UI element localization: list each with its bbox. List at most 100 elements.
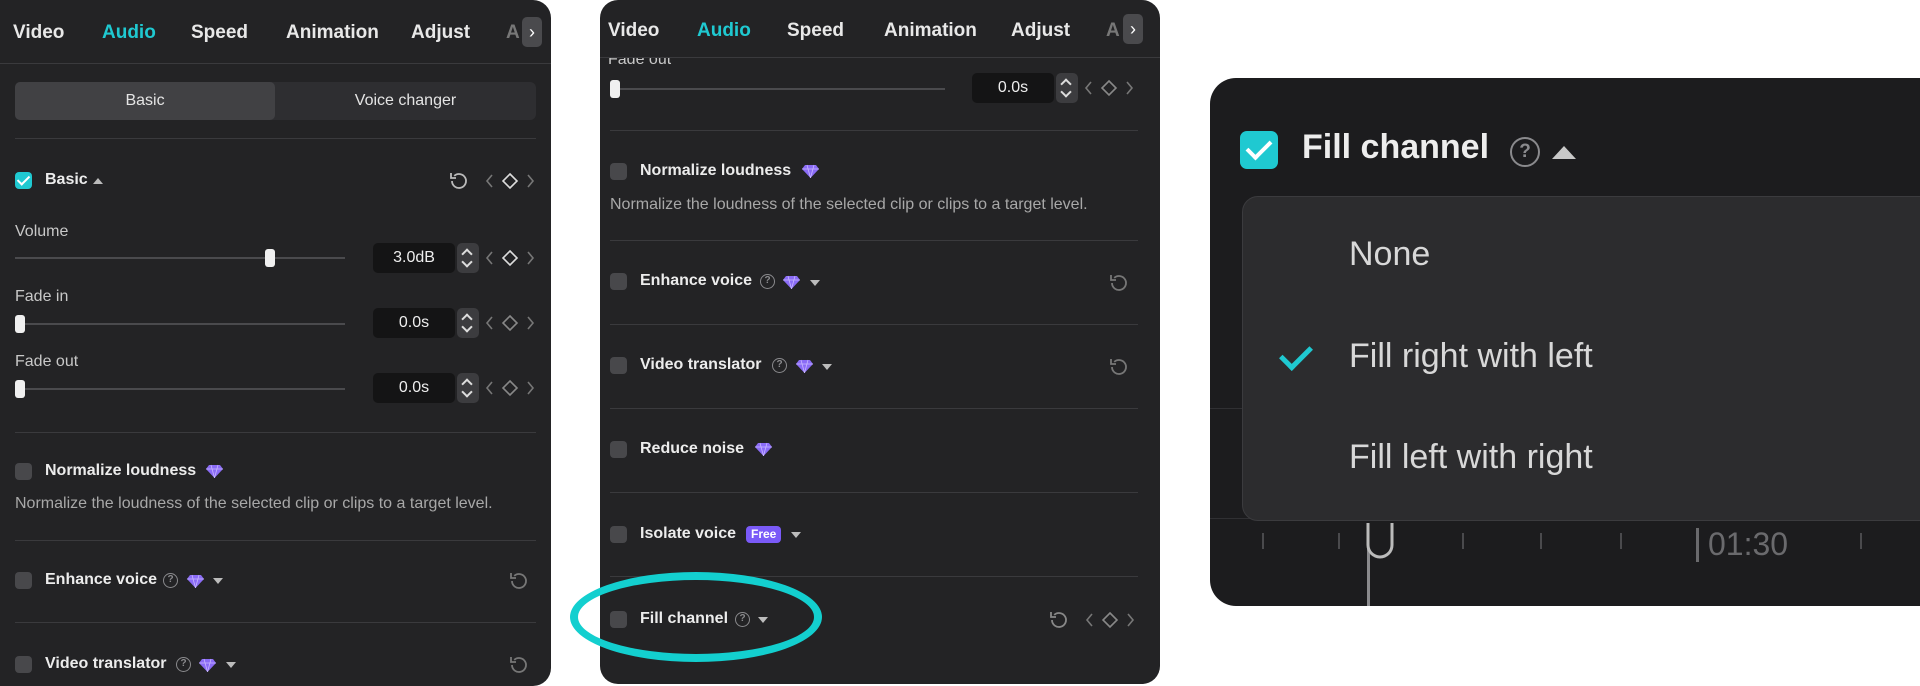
timeline-tick [1860,533,1862,549]
reduce-noise-checkbox[interactable] [610,441,627,458]
keyframe-nav-icon[interactable] [482,170,538,192]
video-translator-checkbox[interactable] [15,656,32,673]
timeline-tick [1338,533,1340,549]
fill-channel-zoom-panel: Fill channel ? None Fill right with left… [1210,78,1920,606]
segment-voice-changer[interactable]: Voice changer [275,82,536,120]
tab-audio[interactable]: Audio [102,22,156,44]
tab-overflow[interactable]: A [1106,20,1120,42]
fade-out-value-field[interactable]: 0.0s [373,373,455,403]
tab-animation[interactable]: Animation [884,20,977,42]
fill-channel-checkbox[interactable] [1240,131,1278,169]
segment-basic[interactable]: Basic [15,82,275,120]
tab-animation[interactable]: Animation [286,22,379,44]
timeline-tick [1620,533,1622,549]
fade-in-stepper[interactable] [457,308,479,338]
tab-adjust[interactable]: Adjust [1011,20,1070,42]
expand-icon[interactable] [822,364,832,370]
fade-in-value-field[interactable]: 0.0s [373,308,455,338]
fade-in-slider-thumb[interactable] [15,315,25,333]
fade-out-slider[interactable] [15,388,345,390]
highlight-ring [570,572,822,662]
expand-icon[interactable] [226,662,236,668]
volume-keyframe-icon[interactable] [482,247,538,269]
fade-out-slider-thumb[interactable] [15,380,25,398]
volume-value-field[interactable]: 3.0dB [373,243,455,273]
fade-in-keyframe-icon[interactable] [482,312,538,334]
help-icon[interactable]: ? [1510,137,1540,167]
tab-speed[interactable]: Speed [191,22,248,44]
expand-icon[interactable] [213,578,223,584]
volume-slider-thumb[interactable] [264,249,275,267]
divider [15,138,536,139]
divider [610,492,1138,493]
checkmark-icon [1279,337,1313,371]
fade-out-keyframe-icon[interactable] [482,377,538,399]
fade-in-slider[interactable] [15,323,345,325]
tab-video[interactable]: Video [608,20,659,42]
premium-gem-icon [755,442,772,456]
video-translator-checkbox[interactable] [610,357,627,374]
fade-out-slider-thumb[interactable] [610,80,620,98]
basic-checkbox[interactable] [15,172,32,189]
enhance-voice-checkbox[interactable] [610,273,627,290]
help-icon[interactable]: ? [772,358,787,373]
reset-icon[interactable] [1048,609,1070,631]
tabs-scroll-right-button[interactable]: › [1123,14,1143,44]
normalize-loudness-description: Normalize the loudness of the selected c… [15,495,493,512]
premium-gem-icon [796,359,813,373]
isolate-voice-checkbox[interactable] [610,526,627,543]
divider [610,240,1138,241]
collapse-icon[interactable] [93,178,103,184]
fade-out-slider[interactable] [610,88,945,90]
fade-out-stepper[interactable] [1056,73,1078,103]
normalize-loudness-label: Normalize loudness [640,162,792,179]
volume-slider[interactable] [15,257,345,259]
option-fill-left-with-right[interactable]: Fill left with right [1349,438,1593,477]
premium-gem-icon [187,574,204,588]
fill-channel-keyframe-icon[interactable] [1082,609,1138,631]
normalize-loudness-checkbox[interactable] [610,163,627,180]
normalize-loudness-checkbox[interactable] [15,463,32,480]
volume-stepper[interactable] [457,243,479,273]
timeline-tick [1462,533,1464,549]
option-fill-right-with-left[interactable]: Fill right with left [1349,337,1593,376]
tab-audio[interactable]: Audio [697,20,751,42]
expand-icon[interactable] [810,280,820,286]
help-icon[interactable]: ? [176,657,191,672]
reset-icon[interactable] [448,170,470,192]
isolate-voice-label: Isolate voice [640,525,737,542]
fade-out-value-field[interactable]: 0.0s [972,73,1054,103]
free-badge: Free [746,526,782,543]
fade-out-stepper[interactable] [457,373,479,403]
tab-adjust[interactable]: Adjust [411,22,470,44]
tab-speed[interactable]: Speed [787,20,844,42]
enhance-voice-checkbox[interactable] [15,572,32,589]
tab-overflow[interactable]: A [506,22,520,44]
mode-segmented-control: Basic Voice changer [15,82,536,120]
reset-icon[interactable] [508,654,530,676]
help-icon[interactable]: ? [163,573,178,588]
divider [610,324,1138,325]
premium-gem-icon [206,464,223,478]
fade-out-keyframe-icon[interactable] [1081,77,1137,99]
normalize-loudness-label: Normalize loudness [45,462,197,479]
tabs-scroll-right-button[interactable]: › [522,17,542,47]
reduce-noise-label: Reduce noise [640,440,745,457]
tab-bar: Video Audio Speed Animation Adjust A › [0,0,551,64]
help-icon[interactable]: ? [760,274,775,289]
reset-icon[interactable] [1108,356,1130,378]
audio-panel-left: Video Audio Speed Animation Adjust A › B… [0,0,551,686]
divider [610,130,1138,131]
reset-icon[interactable] [508,570,530,592]
playhead-handle[interactable] [1365,523,1395,563]
enhance-voice-label: Enhance voice [640,272,753,289]
divider [610,408,1138,409]
expand-icon[interactable] [791,532,801,538]
fade-out-label: Fade out [15,353,79,370]
collapse-icon[interactable] [1552,146,1576,159]
premium-gem-icon [783,275,800,289]
tab-video[interactable]: Video [13,22,64,44]
option-none[interactable]: None [1349,235,1430,274]
reset-icon[interactable] [1108,272,1130,294]
tab-bar: Video Audio Speed Animation Adjust A › [600,0,1160,58]
